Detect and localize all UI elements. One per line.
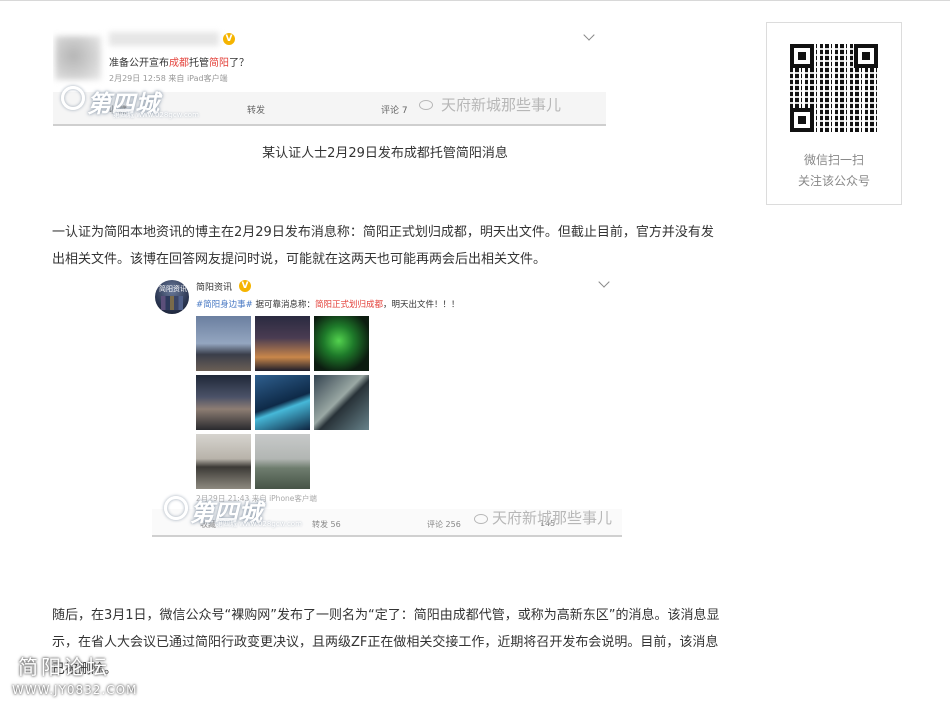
chevron-down-icon — [583, 29, 595, 41]
photo-night-tower — [255, 316, 310, 371]
weibo-screenshot-1: V 准备公开宣布成都托管简阳了？ 2月29日 12:58 来自 iPad客户端 … — [53, 22, 606, 126]
qr-finder-top-right — [854, 44, 878, 68]
verified-badge-icon: V — [239, 280, 251, 292]
image-caption: 某认证人士2月29日发布成都托管简阳消息 — [262, 146, 508, 161]
highlight-chengdu: 成都 — [169, 58, 189, 69]
forward-action: 转发 56 — [312, 520, 341, 529]
qr-code-icon[interactable] — [790, 44, 878, 132]
blurred-username — [109, 32, 219, 46]
post-text: #简阳身边事# 据可靠消息称：简阳正式划归成都，明天出文件！！！ — [196, 300, 460, 310]
chevron-down-icon — [598, 276, 610, 288]
account-name: 简阳资讯 — [196, 283, 233, 293]
highlight-jianyang: 简阳 — [209, 58, 229, 69]
qr-scan-label: 微信扫一扫 — [803, 153, 864, 167]
watermark-account: 天府新城那些事儿 — [492, 509, 613, 527]
avatar-skyline — [161, 296, 183, 310]
article-paragraph-1: 一认证为简阳本地资讯的博主在2月29日发布消息称：简阳正式划归成都，明天出文件。… — [52, 225, 714, 267]
avatar-text: 简阳资讯 — [159, 285, 187, 293]
topic-tag: #简阳身边事# — [196, 300, 253, 310]
qr-finder-top-left — [790, 44, 814, 68]
account-avatar: 简阳资讯 — [155, 280, 189, 314]
photo-dusk-river — [196, 375, 251, 430]
photo-river-city — [196, 316, 251, 371]
forum-watermark-url: WWW.JY0832.COM — [12, 683, 138, 697]
top-divider — [0, 0, 950, 1]
comment-action: 评论 7 — [381, 106, 408, 116]
wechat-icon — [419, 100, 433, 110]
watermark-logo-icon — [164, 496, 188, 520]
watermark-site: 第四城 www.028gcw.com — [216, 520, 302, 528]
highlight-text: 简阳正式划归成都 — [314, 300, 383, 310]
photo-riverbank — [196, 434, 251, 489]
photo-aerial-night — [255, 375, 310, 430]
weibo-screenshot-2: 简阳资讯 简阳资讯 V #简阳身边事# 据可靠消息称：简阳正式划归成都，明天出文… — [152, 272, 622, 537]
article-paragraph-2: 随后，在3月1日，微信公众号“裸购网”发布了一则名为“定了：简阳由成都代管，或称… — [52, 608, 720, 677]
watermark-site: 第四城 www.028gcw.com — [113, 111, 199, 119]
forum-watermark: 简阳论坛 — [18, 655, 110, 679]
verified-badge-icon: V — [223, 33, 235, 45]
post-timestamp: 2月29日 12:58 来自 iPad客户端 — [109, 74, 228, 83]
wechat-icon — [474, 514, 488, 524]
qr-follow-label: 关注该公众号 — [797, 174, 870, 188]
comment-action: 评论 256 — [427, 520, 461, 529]
qr-follow-card[interactable]: 微信扫一扫 关注该公众号 — [766, 22, 902, 205]
post-text: 准备公开宣布成都托管简阳了？ — [109, 58, 249, 69]
photo-aerial-road — [314, 375, 369, 430]
qr-finder-bottom-left — [790, 108, 814, 132]
blurred-avatar — [55, 36, 101, 80]
watermark-account: 天府新城那些事儿 — [441, 96, 562, 114]
watermark-logo-icon — [61, 86, 85, 110]
photo-hillside-town — [255, 434, 310, 489]
forward-action: 转发 — [247, 106, 266, 116]
photo-green-lights — [314, 316, 369, 371]
